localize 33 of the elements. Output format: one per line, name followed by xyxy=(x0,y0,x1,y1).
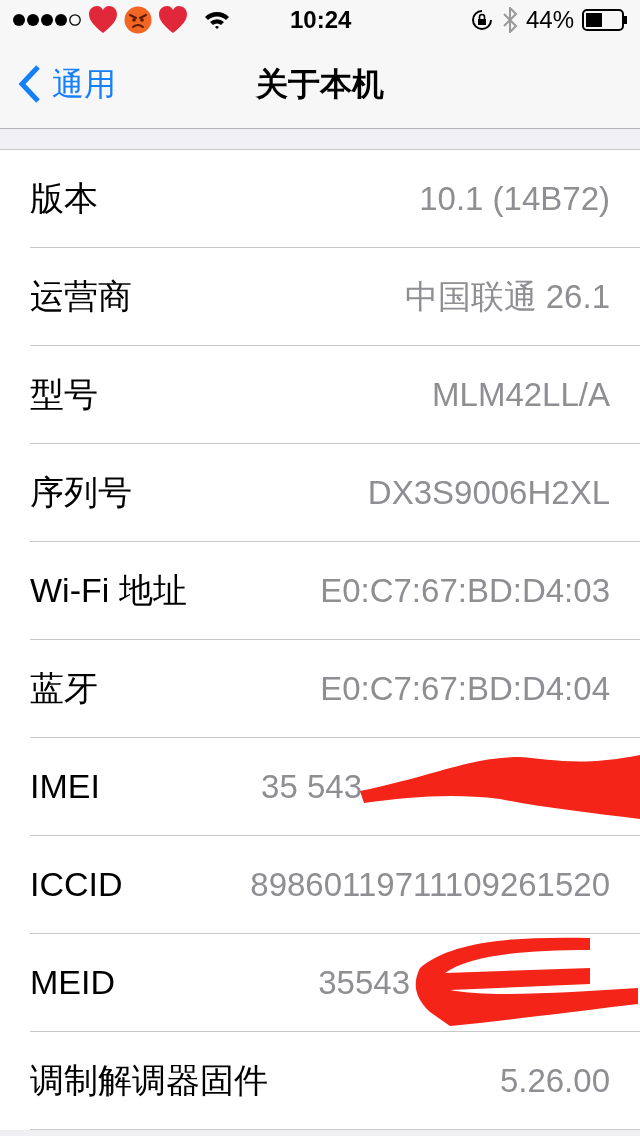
row-value: 中国联通 26.1 xyxy=(404,276,610,317)
row-value: 35 543 xyxy=(261,766,362,807)
row-label: 运营商 xyxy=(30,276,132,317)
back-button[interactable]: 通用 xyxy=(0,60,116,108)
heart-icon xyxy=(158,6,188,34)
rotation-lock-icon xyxy=(469,8,494,32)
row-label: IMEI xyxy=(30,766,100,807)
battery-icon xyxy=(582,9,628,31)
row-label: 蓝牙 xyxy=(30,668,98,709)
row-value: E0:C7:67:BD:D4:04 xyxy=(320,668,610,709)
page-title: 关于本机 xyxy=(256,65,384,104)
row-value: 35543 xyxy=(318,962,410,1003)
row-label: 调制解调器固件 xyxy=(30,1060,268,1101)
bluetooth-icon xyxy=(501,7,518,33)
row-label: Wi-Fi 地址 xyxy=(30,570,187,611)
row-label: 版本 xyxy=(30,178,98,219)
status-time: 10:24 xyxy=(290,5,352,35)
row-label: 型号 xyxy=(30,374,98,415)
row-label: ICCID xyxy=(30,864,123,905)
row-value: 89860119711109261520 xyxy=(250,864,610,905)
row-value: DX3S9006H2XL xyxy=(367,472,610,513)
chevron-left-icon xyxy=(16,64,42,104)
angry-face-icon xyxy=(124,6,152,34)
row-value: MLM42LL/A xyxy=(432,374,610,415)
battery-percent: 44% xyxy=(525,5,574,35)
heart-icon xyxy=(88,6,118,34)
row-label: MEID xyxy=(30,962,115,1003)
row-value: 10.1 (14B72) xyxy=(419,178,610,219)
wifi-icon xyxy=(204,10,230,30)
row-value: E0:C7:67:BD:D4:03 xyxy=(320,570,610,611)
row-value: 5.26.00 xyxy=(499,1060,610,1101)
row-label: 序列号 xyxy=(30,472,132,513)
signal-icon xyxy=(12,13,82,27)
